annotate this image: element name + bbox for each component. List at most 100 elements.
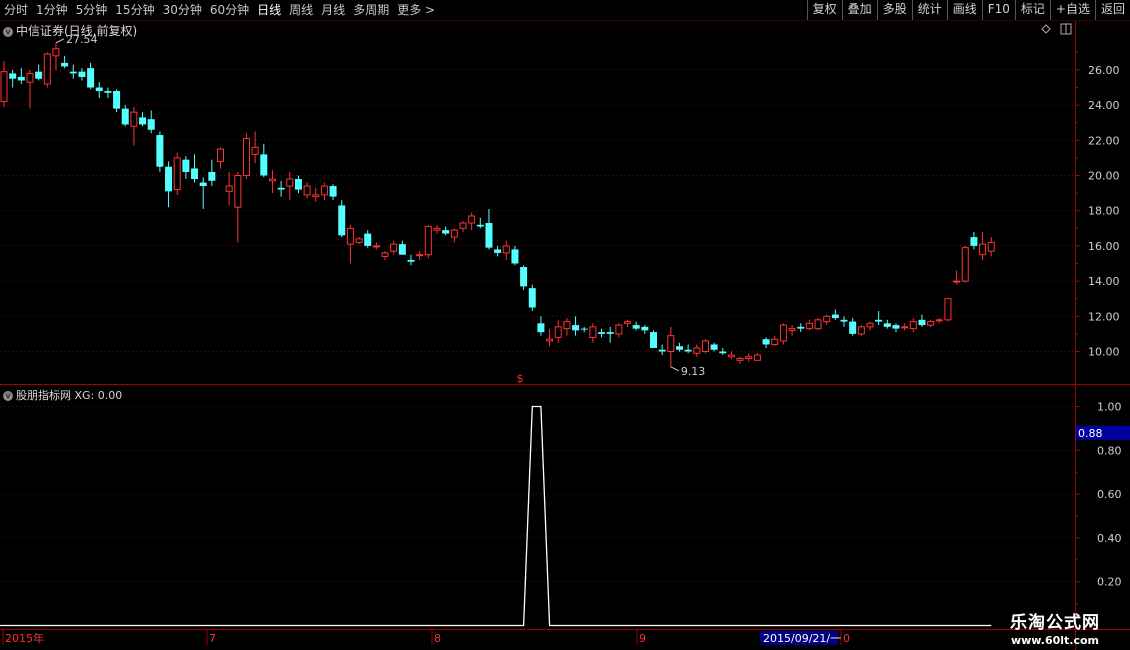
candle-body-down [892,325,900,329]
candle-body-up [346,227,354,245]
main-chart-title: v 中信证券(日线,前复权) [3,22,137,39]
candle-body-down [95,87,103,92]
candle-body-up [242,138,250,176]
candle-body-up [857,326,865,335]
candle-body-up [779,324,787,342]
candle-body-up [251,146,259,155]
candle-body-down [970,237,978,246]
candle-body-up [745,356,753,360]
candle-body-down [407,259,415,262]
candle-body-down [147,119,155,130]
candle-body-up [727,354,735,358]
y-axis-label: 0.40 [1097,532,1122,545]
candle-body-down [61,62,69,67]
candle-body-down [182,159,190,172]
candle-body-up [459,222,467,229]
candle-body-up [372,245,380,248]
candle-body-up [424,226,432,256]
candle-body-up [563,321,571,330]
candle-body-up [823,315,831,323]
y-axis-label: 14.00 [1088,275,1120,288]
candle-body-up [961,247,969,282]
candle-body-down [918,319,926,326]
event-marker: $ [517,372,524,385]
candle-body-down [199,182,207,187]
candle-body-down [598,332,606,334]
candle-body-up [502,245,510,254]
y-axis-label: 20.00 [1088,170,1120,183]
candle-body-up [736,358,744,361]
candle-body-up [450,229,458,238]
y-axis-label: 26.00 [1088,64,1120,77]
x-axis-label: 0 [843,632,850,645]
candle-body-up [381,252,389,257]
watermark-title: 乐淘公式网 [1010,613,1100,633]
candle-body-up [468,215,476,224]
candle-body-down [78,71,86,77]
candle-body-up [26,72,34,83]
candle-body-up [788,328,796,331]
cursor-date-label: 2015/09/21/一 [763,632,841,645]
candle-body-down [485,223,493,248]
candle-body-up [953,280,961,283]
chevron-down-icon[interactable]: v [3,391,13,401]
candle-body-up [0,71,8,103]
candle-body-up [701,340,709,353]
candle-body-up [312,194,320,198]
candle-body-up [667,335,675,353]
candle-body-up [615,324,623,335]
candle-body-up [927,321,935,326]
candle-body-down [398,244,406,255]
candle-body-down [476,224,484,227]
candle-body-down [675,346,683,350]
candle-body-down [580,328,588,330]
candle-body-up [909,321,917,330]
candle-body-up [416,254,424,257]
candle-body-up [217,148,224,162]
candle-body-down [710,344,718,350]
x-axis-label: 7 [209,632,216,645]
candle-body-down [113,91,121,109]
y-axis-label: 10.00 [1088,346,1120,359]
y-axis-label: 0.80 [1097,444,1122,457]
candle-body-down [139,117,147,125]
candle-body-up [268,178,276,182]
candle-body-down [294,179,302,190]
candle-body-down [572,325,580,331]
candle-body-up [589,326,597,338]
chevron-down-icon[interactable]: v [3,26,13,37]
y-axis-label: 0.60 [1097,488,1122,501]
y-axis-label: 0.20 [1097,576,1122,589]
candle-body-up [173,157,181,191]
candle-body-down [883,323,891,327]
candle-body-up [693,347,701,354]
candle-body-up [624,321,632,324]
y-axis-label: 16.00 [1088,240,1120,253]
watermark: 乐淘公式网 www.60lt.com [985,608,1125,647]
candle-body-down [87,68,95,88]
candle-body-down [831,314,839,319]
candle-body-down [442,230,450,234]
candle-body-down [329,186,337,197]
y-axis-label: 18.00 [1088,205,1120,218]
candle-body-down [156,135,164,167]
candle-body-down [875,319,883,322]
candle-body-down [658,349,666,352]
candle-body-down [849,321,857,334]
candle-body-down [641,326,649,331]
candle-body-up [753,354,761,361]
candle-body-down [364,233,372,246]
candle-body-up [130,111,138,127]
candle-body-down [520,267,528,287]
indicator-title: v 股朋指标网 XG: 0.00 [3,387,122,403]
kline-chart[interactable]: 26.00 24.00 22.00 20.00 18.00 16.00 14.00 12.00… [0,0,1130,650]
candle-body-down [69,71,77,74]
candle-body-down [35,71,43,79]
candle-body-up [303,185,311,196]
candle-body-down [684,349,692,352]
y-axis-label: 1.00 [1097,401,1122,414]
candle-body-up [546,338,554,342]
low-price-label: 9.13 [681,365,706,378]
y-axis-label: 12.00 [1088,310,1120,323]
candle-body-down [632,325,640,329]
